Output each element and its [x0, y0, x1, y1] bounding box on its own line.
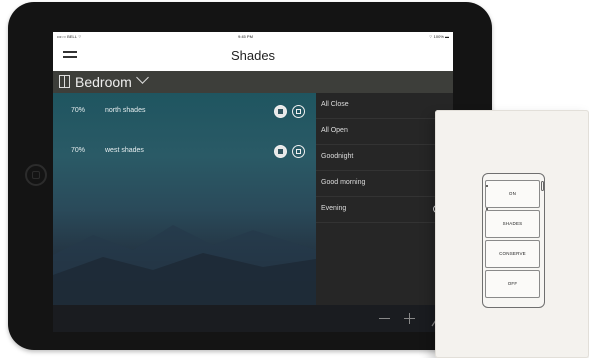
chevron-down-icon[interactable]: [136, 71, 149, 84]
keypad-button-label: SHADES: [502, 221, 523, 226]
scene-label: All Open: [321, 127, 348, 134]
title-bar: Shades: [53, 41, 453, 72]
shades-panel: 70% north shades 70% west shades: [53, 93, 316, 305]
battery-status: ⌔ 100% ▬: [428, 34, 449, 39]
shade-name: north shades: [105, 107, 146, 114]
tablet-device: •••○○ BELL ⌔ 9:45 PM ⌔ 100% ▬ Shades Bed…: [8, 2, 492, 350]
stop-icon[interactable]: [274, 145, 287, 158]
minus-icon[interactable]: [379, 318, 390, 319]
status-led: [486, 185, 488, 187]
scene-evening[interactable]: Evening: [316, 197, 453, 223]
carrier-signal: •••○○ BELL ⌔: [57, 34, 82, 39]
shade-percent: 70%: [71, 147, 86, 154]
scenes-panel: All Close All Open Goodnight Good mornin…: [316, 93, 453, 305]
keypad-button-label: CONSERVE: [499, 251, 526, 256]
keypad-button-on[interactable]: ON: [485, 180, 540, 208]
stop-icon[interactable]: [274, 105, 287, 118]
shade-row[interactable]: 70% west shades: [53, 142, 316, 162]
shade-row[interactable]: 70% north shades: [53, 102, 316, 122]
plus-icon-stem[interactable]: [409, 313, 410, 324]
status-time: 9:45 PM: [238, 34, 253, 39]
ir-receiver: [541, 181, 544, 191]
scene-all-close[interactable]: All Close: [316, 93, 453, 119]
status-led: [486, 208, 488, 210]
app-screen: •••○○ BELL ⌔ 9:45 PM ⌔ 100% ▬ Shades Bed…: [53, 32, 453, 332]
keypad-button-label: ON: [508, 191, 517, 196]
scene-label: All Close: [321, 101, 349, 108]
shade-name: west shades: [105, 147, 144, 154]
scene-all-open[interactable]: All Open: [316, 119, 453, 145]
bottom-toolbar: [53, 305, 453, 332]
home-button[interactable]: [25, 164, 47, 186]
status-bar: •••○○ BELL ⌔ 9:45 PM ⌔ 100% ▬: [53, 32, 453, 41]
grid-icon[interactable]: [292, 145, 305, 158]
scene-label: Goodnight: [321, 153, 354, 160]
room-name: Bedroom: [75, 74, 132, 90]
keypad-button-conserve[interactable]: CONSERVE: [485, 240, 540, 268]
scene-label: Good morning: [321, 179, 366, 186]
page-title: Shades: [230, 48, 276, 63]
room-selector[interactable]: Bedroom: [53, 71, 453, 93]
keypad-button-off[interactable]: OFF: [485, 270, 540, 298]
room-icon: [59, 75, 70, 88]
scene-good-morning[interactable]: Good morning: [316, 171, 453, 197]
shade-percent: 70%: [71, 107, 86, 114]
scene-label: Evening: [321, 205, 347, 212]
keypad-button-label: OFF: [507, 281, 518, 286]
scene-goodnight[interactable]: Goodnight: [316, 145, 453, 171]
mountain-background: [53, 225, 316, 305]
grid-icon[interactable]: [292, 105, 305, 118]
keypad-button-shades[interactable]: SHADES: [485, 210, 540, 238]
